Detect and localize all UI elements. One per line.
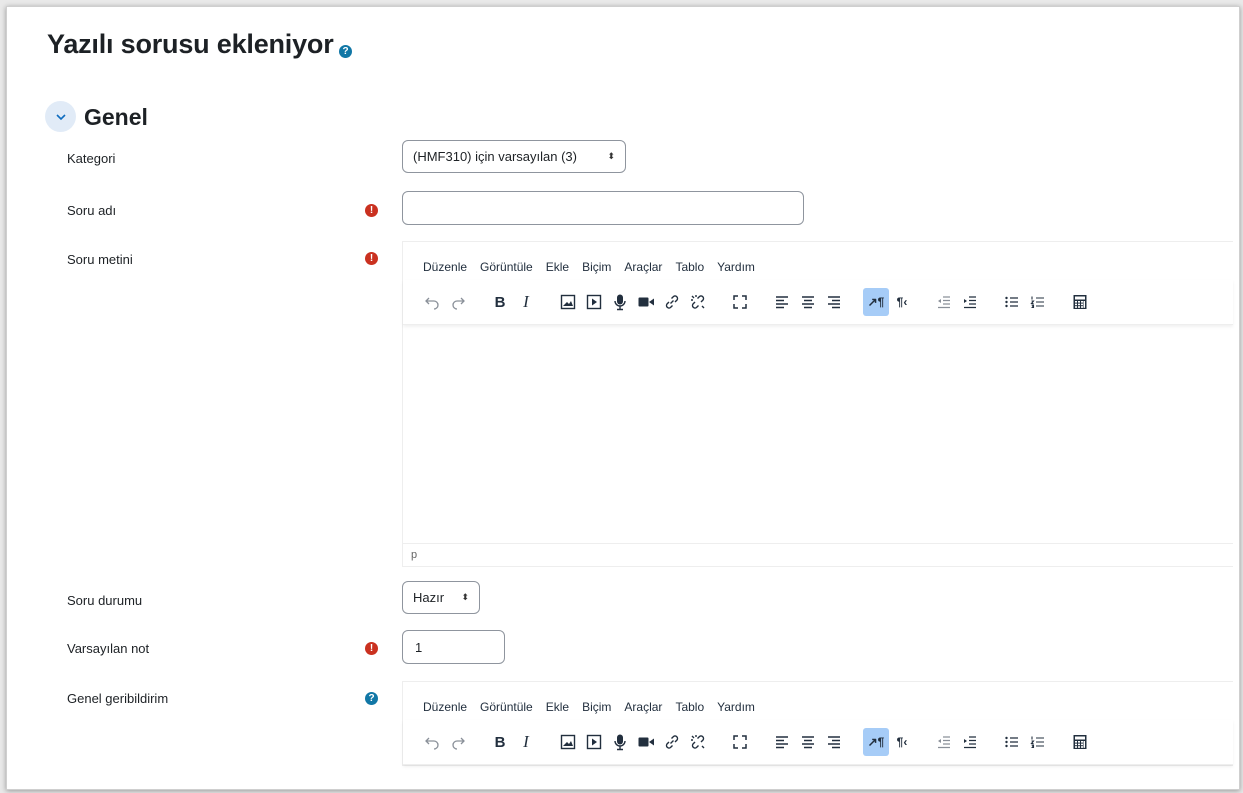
form-panel: Yazılı sorusu ekleniyor ? Genel Kategori… (6, 6, 1240, 790)
editor-status-path: p (403, 543, 1233, 566)
category-select[interactable]: (HMF310) için varsayılan (3) ⬍ (402, 140, 626, 173)
align-center-icon[interactable] (795, 288, 821, 316)
menu-help[interactable]: Yardım (717, 260, 755, 280)
menu-tools[interactable]: Araçlar (624, 700, 662, 720)
redo-icon[interactable] (445, 288, 471, 316)
microphone-icon[interactable] (607, 728, 633, 756)
menu-edit[interactable]: Düzenle (423, 260, 467, 280)
section-title: Genel (84, 104, 148, 130)
image-icon[interactable] (555, 288, 581, 316)
required-icon: ! (365, 204, 378, 217)
help-icon[interactable]: ? (365, 692, 378, 705)
menu-edit[interactable]: Düzenle (423, 700, 467, 720)
section-collapse-toggle[interactable] (45, 101, 76, 132)
rtl-direction-icon[interactable]: ¶‹ (889, 728, 915, 756)
category-label: Kategori (67, 151, 116, 166)
bullet-list-icon[interactable] (999, 288, 1025, 316)
unlink-icon[interactable] (685, 728, 711, 756)
menu-table[interactable]: Tablo (675, 700, 704, 720)
menu-view[interactable]: Görüntüle (480, 700, 533, 720)
image-icon[interactable] (555, 728, 581, 756)
required-icon: ! (365, 252, 378, 265)
media-icon[interactable] (581, 288, 607, 316)
editor-menubar: Düzenle Görüntüle Ekle Biçim Araçlar Tab… (403, 242, 1233, 280)
menu-help[interactable]: Yardım (717, 700, 755, 720)
question-status-select[interactable]: Hazır ⬍ (402, 581, 480, 614)
menu-format[interactable]: Biçim (582, 700, 611, 720)
italic-icon[interactable]: I (513, 728, 539, 756)
calculator-icon[interactable] (1067, 728, 1093, 756)
calculator-icon[interactable] (1067, 288, 1093, 316)
select-caret-icon: ⬍ (607, 151, 615, 161)
editor-toolbar: B I ↗¶ ¶‹ (403, 280, 1233, 325)
redo-icon[interactable] (445, 728, 471, 756)
question-status-value: Hazır (413, 590, 445, 605)
question-status-label: Soru durumu (67, 593, 143, 608)
editor-menubar: Düzenle Görüntüle Ekle Biçim Araçlar Tab… (403, 682, 1233, 720)
italic-icon[interactable]: I (513, 288, 539, 316)
general-feedback-label: Genel geribildirim (67, 691, 169, 706)
menu-insert[interactable]: Ekle (546, 260, 569, 280)
chevron-down-icon (55, 113, 66, 120)
media-icon[interactable] (581, 728, 607, 756)
menu-format[interactable]: Biçim (582, 260, 611, 280)
align-left-icon[interactable] (769, 288, 795, 316)
menu-insert[interactable]: Ekle (546, 700, 569, 720)
question-text-editor[interactable]: Düzenle Görüntüle Ekle Biçim Araçlar Tab… (402, 241, 1233, 567)
bold-icon[interactable]: B (487, 288, 513, 316)
page-title: Yazılı sorusu ekleniyor (47, 29, 334, 59)
outdent-icon[interactable] (931, 288, 957, 316)
numbered-list-icon[interactable] (1025, 288, 1051, 316)
indent-icon[interactable] (957, 288, 983, 316)
indent-icon[interactable] (957, 728, 983, 756)
default-mark-input[interactable] (402, 630, 505, 664)
fullscreen-icon[interactable] (727, 288, 753, 316)
undo-icon[interactable] (419, 288, 445, 316)
menu-table[interactable]: Tablo (675, 260, 704, 280)
align-left-icon[interactable] (769, 728, 795, 756)
ltr-direction-icon[interactable]: ↗¶ (863, 728, 889, 756)
menu-view[interactable]: Görüntüle (480, 260, 533, 280)
microphone-icon[interactable] (607, 288, 633, 316)
video-camera-icon[interactable] (633, 288, 659, 316)
question-text-label: Soru metini (67, 252, 133, 267)
undo-icon[interactable] (419, 728, 445, 756)
align-right-icon[interactable] (821, 288, 847, 316)
select-caret-icon: ⬍ (461, 592, 469, 602)
editor-toolbar: B I ↗¶ ¶‹ (403, 720, 1233, 765)
rtl-direction-icon[interactable]: ¶‹ (889, 288, 915, 316)
question-text-edit-area[interactable] (403, 325, 1233, 543)
align-right-icon[interactable] (821, 728, 847, 756)
align-center-icon[interactable] (795, 728, 821, 756)
bold-icon[interactable]: B (487, 728, 513, 756)
menu-tools[interactable]: Araçlar (624, 260, 662, 280)
bullet-list-icon[interactable] (999, 728, 1025, 756)
video-camera-icon[interactable] (633, 728, 659, 756)
help-icon[interactable]: ? (339, 45, 352, 58)
question-name-label: Soru adı (67, 203, 117, 218)
outdent-icon[interactable] (931, 728, 957, 756)
question-name-input[interactable] (402, 191, 804, 225)
default-mark-label: Varsayılan not (67, 641, 150, 656)
general-feedback-editor[interactable]: Düzenle Görüntüle Ekle Biçim Araçlar Tab… (402, 681, 1233, 766)
numbered-list-icon[interactable] (1025, 728, 1051, 756)
fullscreen-icon[interactable] (727, 728, 753, 756)
unlink-icon[interactable] (685, 288, 711, 316)
link-icon[interactable] (659, 288, 685, 316)
category-select-value: (HMF310) için varsayılan (3) (413, 149, 577, 164)
link-icon[interactable] (659, 728, 685, 756)
ltr-direction-icon[interactable]: ↗¶ (863, 288, 889, 316)
required-icon: ! (365, 642, 378, 655)
